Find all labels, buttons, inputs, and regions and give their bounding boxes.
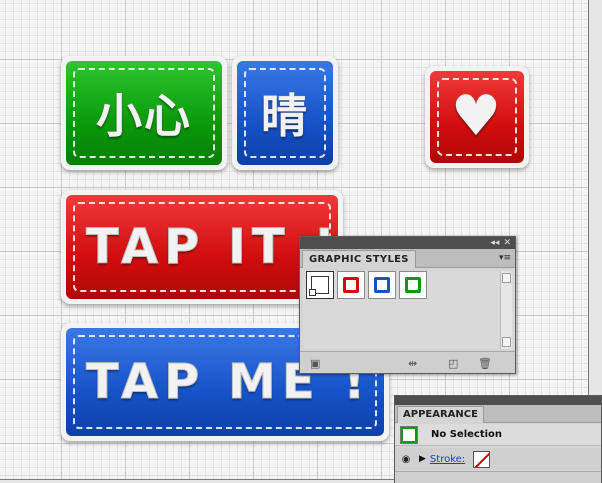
fill-row-partial	[395, 471, 601, 483]
sticker-face: ♥	[430, 71, 524, 163]
scroll-up-arrow[interactable]	[502, 273, 511, 283]
scroll-down-arrow[interactable]	[502, 337, 511, 347]
none-color-swatch[interactable]	[473, 450, 491, 468]
delete-icon[interactable]: 🗑	[478, 357, 492, 370]
sticker-caution[interactable]: 小心	[61, 56, 227, 170]
sticker-sunny[interactable]: 晴	[232, 56, 338, 170]
green-style-icon	[405, 277, 421, 293]
double-arrow-icon[interactable]: ◂◂	[490, 238, 499, 248]
break-link-icon[interactable]: ⇹	[408, 357, 417, 370]
selection-thumbnail	[401, 426, 417, 443]
sticker-face: 小心	[66, 61, 222, 165]
style-swatch-red[interactable]	[337, 271, 365, 299]
red-style-icon	[343, 277, 359, 293]
style-swatch-default[interactable]	[306, 271, 334, 299]
stroke-link[interactable]: Stroke:	[430, 454, 465, 465]
graphic-style-libraries-icon[interactable]: ▣	[310, 357, 320, 370]
default-style-icon	[309, 276, 329, 296]
sticker-face: 晴	[237, 61, 333, 165]
sticker-heart[interactable]: ♥	[425, 66, 529, 168]
panel-footer: ▣ ⇹ ◰ 🗑	[300, 351, 515, 373]
new-style-icon[interactable]: ◰	[448, 357, 458, 370]
heart-icon: ♥	[450, 84, 504, 149]
style-swatch-green[interactable]	[399, 271, 427, 299]
sticker-face: TAP IT !	[66, 195, 338, 299]
styles-list	[303, 271, 515, 349]
panel-title-bar[interactable]: ◂◂ ✕	[300, 237, 515, 249]
stroke-row[interactable]: ◉ ▶ Stroke:	[395, 448, 601, 470]
panel-tab-row: APPEARANCE	[395, 405, 601, 423]
sticker-text: 小心	[96, 89, 192, 143]
default-style-corner	[309, 289, 316, 296]
scrollbar[interactable]	[500, 271, 512, 349]
panel-title-bar[interactable]	[395, 396, 601, 405]
sticker-text: 晴	[261, 89, 309, 143]
selection-row: No Selection	[395, 424, 601, 446]
panel-tab-row: GRAPHIC STYLES ▾≡	[300, 249, 515, 268]
blue-style-icon	[374, 277, 390, 293]
style-swatch-blue[interactable]	[368, 271, 396, 299]
close-icon[interactable]: ✕	[503, 238, 511, 248]
eye-icon[interactable]: ◉	[397, 454, 415, 465]
panel-menu-icon[interactable]: ▾≡	[499, 253, 511, 263]
selection-label: No Selection	[431, 429, 503, 440]
tab-appearance[interactable]: APPEARANCE	[397, 406, 484, 423]
tab-graphic-styles[interactable]: GRAPHIC STYLES	[302, 250, 416, 268]
graphic-styles-panel: ◂◂ ✕ GRAPHIC STYLES ▾≡ ▣ ⇹ ◰ 🗑	[299, 236, 516, 374]
appearance-panel: APPEARANCE No Selection ◉ ▶ Stroke:	[394, 395, 602, 483]
expand-triangle-icon[interactable]: ▶	[419, 454, 426, 464]
